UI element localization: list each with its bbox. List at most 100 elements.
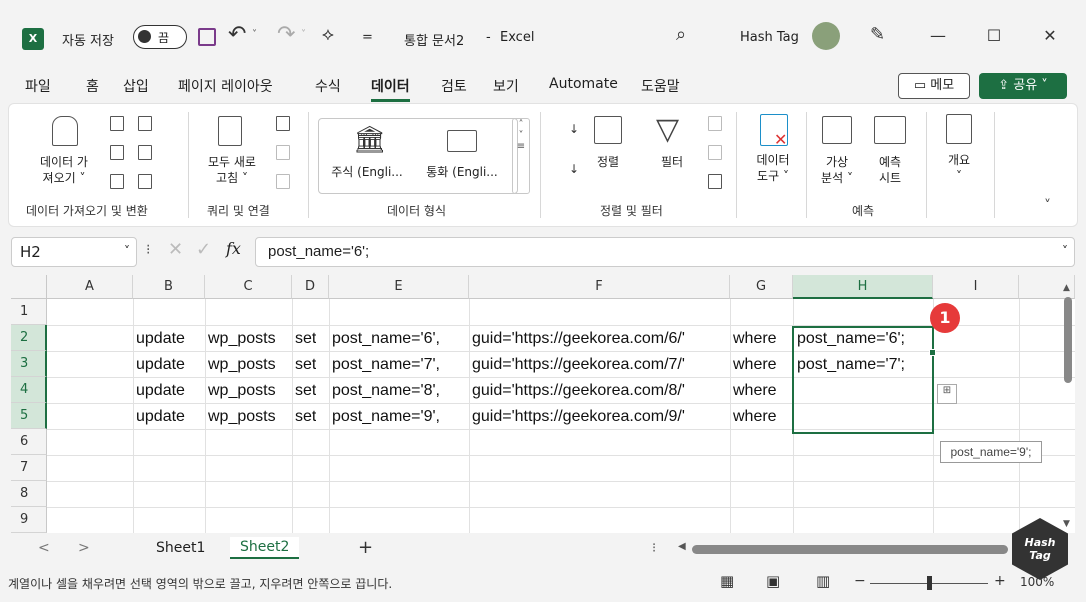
sort-az-icon[interactable]: ᅟ↓	[558, 120, 579, 137]
row-header-8[interactable]: 8	[11, 481, 47, 507]
cell-b2[interactable]: update	[136, 326, 185, 352]
quick-analysis-icon[interactable]: ⊞	[937, 384, 957, 404]
scroll-down-icon[interactable]: ▼	[1063, 519, 1070, 529]
tab-view[interactable]: 보기	[493, 76, 519, 96]
text-csv-icon[interactable]	[110, 116, 124, 131]
from-picture-icon[interactable]	[138, 174, 152, 189]
row-header-3[interactable]: 3	[11, 351, 47, 377]
page-layout-icon[interactable]: ▣	[766, 572, 780, 590]
redo-dropdown-icon[interactable]: ˅	[301, 29, 306, 40]
row-header-7[interactable]: 7	[11, 455, 47, 481]
scroll-up-icon[interactable]: ▲	[1063, 283, 1070, 293]
tab-split-icon[interactable]: ⁝	[652, 541, 656, 556]
cell-g5[interactable]: where	[733, 404, 777, 430]
column-header-e[interactable]: E	[329, 275, 469, 299]
select-all-button[interactable]	[11, 275, 47, 299]
cell-c2[interactable]: wp_posts	[208, 326, 276, 352]
tab-formulas[interactable]: 수식	[315, 76, 341, 96]
filter-button[interactable]: 필터	[652, 154, 692, 170]
cell-f4[interactable]: guid='https://geekorea.com/8/'	[472, 378, 685, 404]
column-header-f[interactable]: F	[469, 275, 730, 299]
what-if-label-2[interactable]: 분석 ˅	[814, 170, 860, 186]
chevron-down-icon[interactable]: ˅	[124, 244, 130, 258]
zoom-in-icon[interactable]: +	[994, 573, 1006, 589]
maximize-icon[interactable]: ☐	[984, 26, 1004, 45]
selection-range[interactable]	[792, 326, 934, 434]
cell-d5[interactable]: set	[295, 404, 316, 430]
undo-icon[interactable]: ↶	[228, 22, 246, 47]
row-header-4[interactable]: 4	[11, 377, 47, 403]
insert-function-icon[interactable]: fx	[226, 239, 241, 258]
page-break-preview-icon[interactable]: ▥	[816, 572, 830, 590]
tab-home[interactable]: 홈	[86, 76, 99, 96]
outline-dropdown-icon[interactable]: ˅	[938, 168, 980, 184]
vertical-scrollbar[interactable]: ▲ ▼	[1062, 283, 1074, 535]
cell-b3[interactable]: update	[136, 352, 185, 378]
column-header-c[interactable]: C	[205, 275, 292, 299]
existing-connections-icon[interactable]	[138, 145, 152, 160]
gallery-scroll[interactable]: ˄ ˅ ≡	[512, 118, 530, 194]
cell-d4[interactable]: set	[295, 378, 316, 404]
currency-button[interactable]: 통화 (Engli...	[416, 164, 508, 180]
scroll-left-icon[interactable]: ◀	[678, 541, 686, 552]
redo-icon[interactable]: ↷	[277, 22, 295, 47]
stocks-button[interactable]: 주식 (Engli...	[322, 164, 412, 180]
sheet-tab-sheet1[interactable]: Sheet1	[156, 540, 205, 556]
properties-icon[interactable]	[276, 145, 290, 160]
formula-input[interactable]: post_name='6'; ˅	[255, 237, 1075, 267]
cell-e4[interactable]: post_name='8',	[332, 378, 440, 404]
more-icon[interactable]: ⁝	[146, 242, 150, 258]
search-icon[interactable]: ⌕	[676, 24, 686, 45]
web-icon[interactable]	[110, 145, 124, 160]
reapply-icon[interactable]	[708, 145, 722, 160]
cell-c4[interactable]: wp_posts	[208, 378, 276, 404]
data-tools-label-2[interactable]: 도구 ˅	[748, 168, 798, 184]
close-icon[interactable]: ✕	[1040, 26, 1060, 45]
zoom-out-icon[interactable]: −	[854, 573, 866, 589]
pen-icon[interactable]: ✎	[870, 24, 885, 45]
tab-help[interactable]: 도움말	[641, 76, 680, 96]
get-data-label-2[interactable]: 져오기 ˅	[24, 170, 104, 186]
tab-insert[interactable]: 삽입	[123, 76, 149, 96]
cell-b5[interactable]: update	[136, 404, 185, 430]
refresh-all-label[interactable]: 모두 새로	[196, 154, 268, 170]
row-header-2[interactable]: 2	[11, 325, 47, 351]
autosave-toggle[interactable]: 끔	[133, 25, 187, 49]
cell-c5[interactable]: wp_posts	[208, 404, 276, 430]
column-header-b[interactable]: B	[133, 275, 205, 299]
column-header-d[interactable]: D	[292, 275, 329, 299]
next-sheet-icon[interactable]: >	[78, 540, 90, 556]
tab-review[interactable]: 검토	[441, 76, 467, 96]
minimize-icon[interactable]: —	[928, 26, 948, 45]
cell-f2[interactable]: guid='https://geekorea.com/6/'	[472, 326, 685, 352]
fill-handle[interactable]	[929, 349, 936, 356]
cell-g3[interactable]: where	[733, 352, 777, 378]
column-header-i[interactable]: I	[933, 275, 1019, 299]
forecast-sheet-label-2[interactable]: 시트	[866, 170, 914, 186]
cell-b4[interactable]: update	[136, 378, 185, 404]
get-data-label[interactable]: 데이터 가	[24, 154, 104, 170]
sort-za-icon[interactable]: ᅟ↓	[558, 160, 579, 177]
tab-data[interactable]: 데이터	[371, 76, 410, 102]
prev-sheet-icon[interactable]: <	[38, 540, 50, 556]
cell-g4[interactable]: where	[733, 378, 777, 404]
refresh-all-label-2[interactable]: 고침 ˅	[196, 170, 268, 186]
vertical-scroll-thumb[interactable]	[1064, 297, 1072, 383]
recent-sources-icon[interactable]	[138, 116, 152, 131]
memo-button[interactable]: ▭ 메모	[898, 73, 970, 99]
column-header-a[interactable]: A	[47, 275, 133, 299]
advanced-filter-icon[interactable]	[708, 174, 722, 189]
what-if-label[interactable]: 가상	[814, 154, 860, 170]
queries-connections-icon[interactable]	[276, 116, 290, 131]
ribbon-collapse-icon[interactable]: ˅	[1044, 198, 1051, 214]
cell-d3[interactable]: set	[295, 352, 316, 378]
cell-f3[interactable]: guid='https://geekorea.com/7/'	[472, 352, 685, 378]
data-tools-label[interactable]: 데이터	[748, 152, 798, 168]
outline-label[interactable]: 개요	[938, 152, 980, 168]
sort-button[interactable]: 정렬	[588, 154, 628, 170]
column-header-h[interactable]: H	[793, 275, 933, 299]
add-sheet-button[interactable]: +	[358, 537, 373, 558]
cell-g2[interactable]: where	[733, 326, 777, 352]
enter-icon[interactable]: ✓	[196, 239, 211, 260]
copilot-icon[interactable]: ⟡	[322, 24, 334, 45]
